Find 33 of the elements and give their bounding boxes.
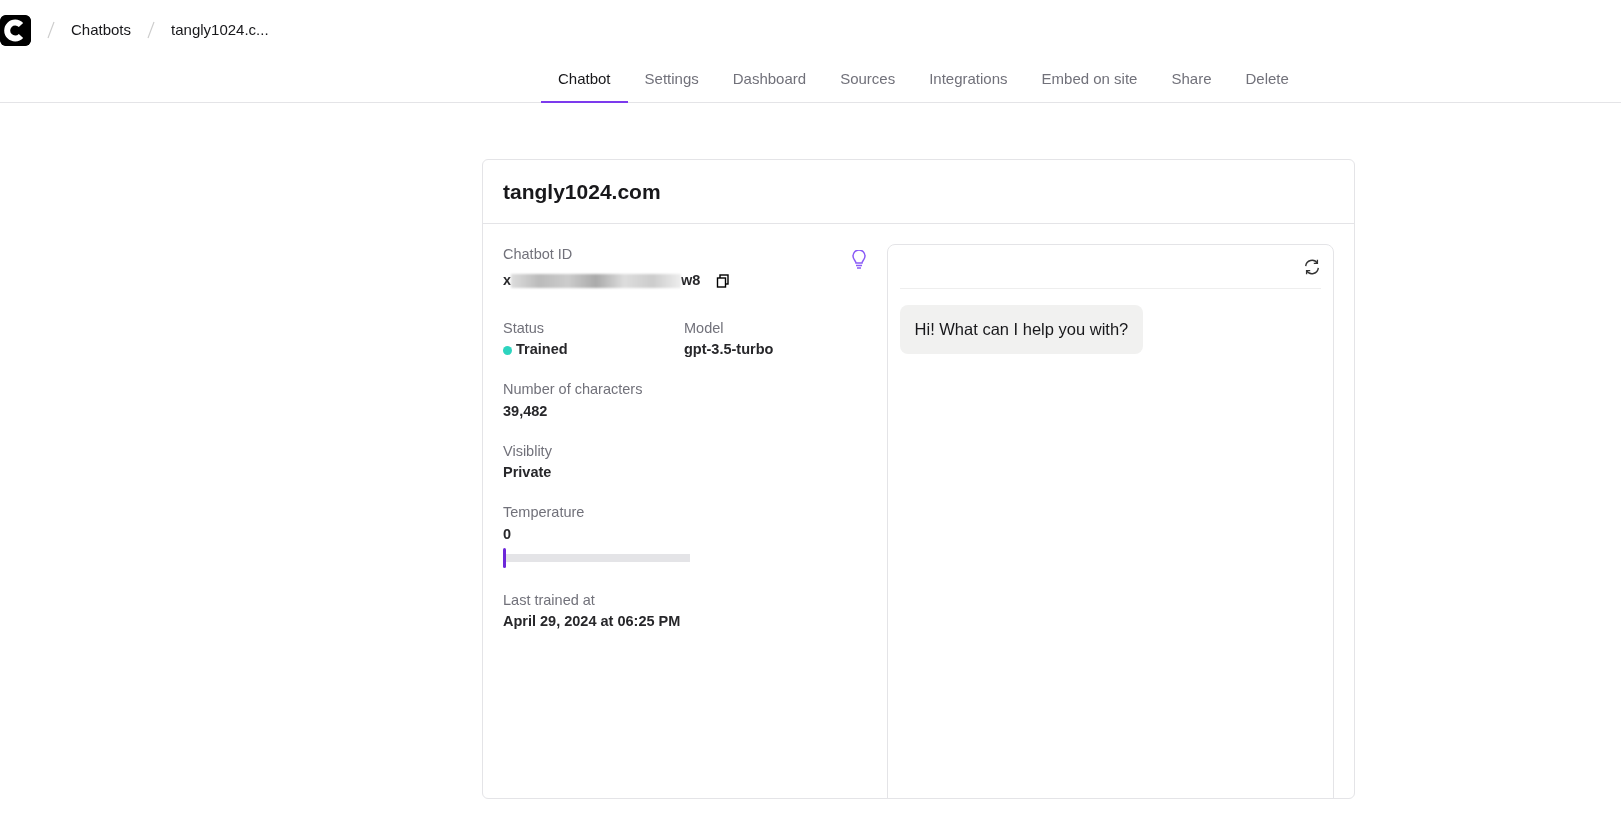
field-label: Chatbot ID bbox=[503, 245, 574, 264]
breadcrumb-separator bbox=[47, 21, 55, 39]
nav-tab[interactable]: Chatbot bbox=[541, 60, 628, 103]
nav-tab[interactable]: Share bbox=[1154, 60, 1229, 103]
field-label: Visiblity bbox=[503, 441, 553, 461]
field-value: April 29, 2024 at 06:25 PM bbox=[503, 612, 682, 632]
nav-tab[interactable]: Embed on site bbox=[1024, 60, 1155, 103]
field-label: Status bbox=[503, 318, 546, 338]
field-label: Number of characters bbox=[503, 380, 644, 399]
status-value: Trained bbox=[516, 340, 568, 360]
temperature-value: 0 bbox=[503, 524, 513, 544]
chat-message: Hi! What can I help you with? bbox=[899, 305, 1144, 354]
copy-icon[interactable] bbox=[716, 273, 731, 288]
chatbot-id: w8 bbox=[681, 270, 701, 290]
nav-tab[interactable]: Dashboard bbox=[715, 60, 824, 103]
lightbulb-icon[interactable] bbox=[850, 250, 867, 270]
chatbot-id: x bbox=[503, 270, 512, 290]
field-value: 39,482 bbox=[503, 401, 549, 421]
nav-tab[interactable]: Delete bbox=[1228, 60, 1306, 103]
refresh-icon[interactable] bbox=[1303, 257, 1321, 276]
field-label: Model bbox=[684, 318, 725, 338]
nav-tab[interactable]: Integrations bbox=[912, 60, 1025, 103]
breadcrumb-link[interactable]: tangly1024.c... bbox=[171, 18, 269, 42]
field-value: Private bbox=[503, 463, 553, 483]
model-value: gpt-3.5-turbo bbox=[684, 340, 774, 360]
breadcrumb-link[interactable]: Chatbots bbox=[71, 18, 132, 42]
field-label: Last trained at bbox=[503, 590, 596, 610]
nav-tab[interactable]: Settings bbox=[627, 60, 716, 103]
card-title: tangly1024.com bbox=[483, 159, 1354, 224]
logo-icon[interactable] bbox=[0, 14, 31, 46]
field-label: Temperature bbox=[503, 503, 586, 522]
breadcrumb-separator bbox=[147, 21, 156, 39]
nav-tab[interactable]: Sources bbox=[823, 60, 913, 103]
